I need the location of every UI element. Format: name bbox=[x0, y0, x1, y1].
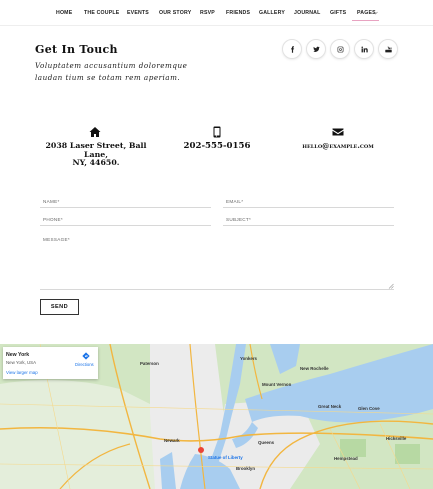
phone-label: PHONE* bbox=[43, 217, 63, 222]
name-label: NAME* bbox=[43, 199, 60, 204]
nav-item-rsvp[interactable]: RSVP bbox=[200, 10, 215, 16]
resize-handle-icon[interactable] bbox=[388, 283, 394, 289]
nav-item-events[interactable]: EVENTS bbox=[127, 10, 149, 16]
top-navigation: HOME THE COUPLE EVENTS OUR STORY RSVP FR… bbox=[0, 0, 433, 26]
envelope-icon bbox=[332, 125, 344, 137]
nav-item-the-couple[interactable]: THE COUPLE bbox=[84, 10, 119, 16]
twitter-link[interactable] bbox=[306, 39, 326, 59]
facebook-link[interactable] bbox=[282, 39, 302, 59]
subject-field[interactable]: SUBJECT* bbox=[223, 216, 394, 226]
map-label-glen-cove: Glen Cove bbox=[358, 406, 380, 411]
address-text: 2038 Laser Street, Ball Lane, NY, 44650. bbox=[44, 141, 148, 168]
name-field[interactable]: NAME* bbox=[40, 198, 211, 208]
message-label: MESSAGE* bbox=[43, 237, 70, 242]
map-info-card: New York New York, USA View larger map D… bbox=[3, 347, 98, 379]
map-label-mount-vernon: Mount Vernon bbox=[262, 382, 292, 387]
active-nav-underline bbox=[352, 20, 379, 21]
map-label-hempstead: Hempstead bbox=[334, 456, 358, 461]
instagram-link[interactable] bbox=[330, 39, 350, 59]
youtube-icon bbox=[384, 46, 392, 52]
map-label-newark: Newark bbox=[164, 438, 180, 443]
email-field[interactable]: EMAIL* bbox=[223, 198, 394, 208]
send-button[interactable]: SEND bbox=[40, 299, 79, 315]
phone-field[interactable]: PHONE* bbox=[40, 216, 211, 226]
map-label-queens: Queens bbox=[258, 440, 275, 445]
twitter-icon bbox=[312, 46, 320, 52]
nav-item-friends[interactable]: FRIENDS bbox=[226, 10, 250, 16]
map-label-brooklyn: Brooklyn bbox=[236, 466, 256, 471]
mobile-phone-icon bbox=[211, 125, 223, 138]
home-icon bbox=[89, 125, 101, 137]
nav-item-home[interactable]: HOME bbox=[56, 10, 72, 16]
map-label-statue-of-liberty: Statue of Liberty bbox=[208, 455, 243, 460]
nav-item-journal[interactable]: JOURNAL bbox=[294, 10, 320, 16]
email-label: EMAIL* bbox=[226, 199, 244, 204]
chevron-down-icon[interactable] bbox=[373, 11, 378, 15]
nav-item-gifts[interactable]: GIFTS bbox=[330, 10, 346, 16]
contact-title: Get In Touch bbox=[35, 43, 118, 56]
map-label-paterson: Paterson bbox=[140, 361, 159, 366]
map-place-subtitle: New York, USA bbox=[6, 360, 37, 365]
youtube-link[interactable] bbox=[378, 39, 398, 59]
view-larger-map-link[interactable]: View larger map bbox=[6, 370, 38, 375]
instagram-icon bbox=[337, 46, 343, 52]
directions-icon[interactable] bbox=[82, 352, 90, 360]
linkedin-link[interactable] bbox=[354, 39, 374, 59]
map-label-hicksville: Hicksville bbox=[386, 436, 407, 441]
map-label-great-neck: Great Neck bbox=[318, 404, 342, 409]
map-label-new-rochelle: New Rochelle bbox=[300, 366, 329, 371]
address-line-3: NY, 44650. bbox=[72, 158, 120, 167]
map[interactable]: Paterson Yonkers New Rochelle Newark Sta… bbox=[0, 344, 433, 489]
directions-label[interactable]: Directions bbox=[75, 362, 94, 367]
contact-subtitle: Voluptatem accusantium doloremque laudan… bbox=[35, 61, 188, 82]
subject-label: SUBJECT* bbox=[226, 217, 252, 222]
phone-text[interactable]: 202-555-0156 bbox=[180, 142, 254, 151]
nav-item-gallery[interactable]: GALLERY bbox=[259, 10, 285, 16]
map-place-title: New York bbox=[6, 352, 30, 358]
linkedin-icon bbox=[360, 45, 368, 52]
email-text[interactable]: hello@example.com bbox=[287, 141, 389, 151]
facebook-icon bbox=[290, 45, 294, 53]
nav-item-our-story[interactable]: OUR STORY bbox=[159, 10, 191, 16]
map-label-yonkers: Yonkers bbox=[240, 356, 258, 361]
message-textarea[interactable]: MESSAGE* bbox=[40, 236, 394, 290]
